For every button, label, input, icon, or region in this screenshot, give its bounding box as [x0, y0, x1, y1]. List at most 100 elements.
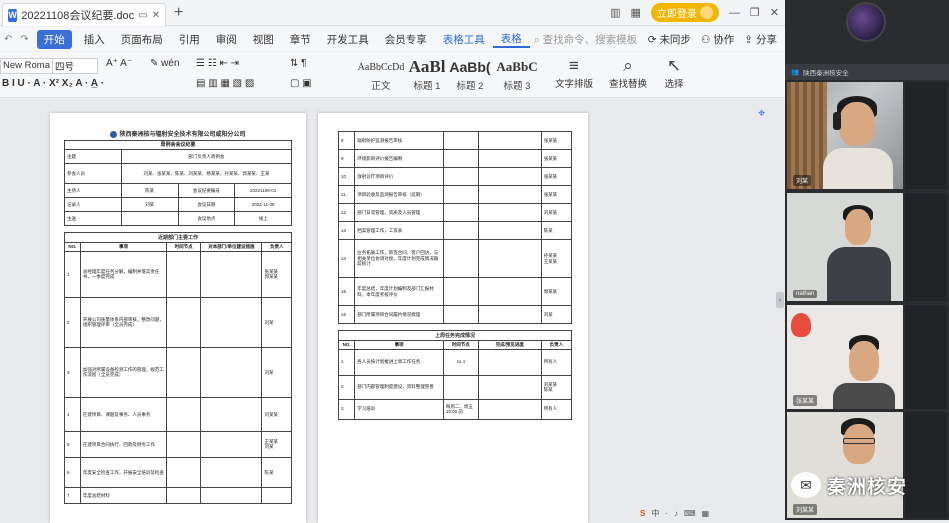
- sync-status[interactable]: ⟳ 未同步: [648, 32, 691, 47]
- layout-icon[interactable]: ▥: [610, 6, 620, 19]
- col-header: NO.: [337, 340, 356, 350]
- search-command[interactable]: ⌕ 查找命令、搜索模板: [534, 32, 637, 47]
- text-layout-button[interactable]: ≡ 文字排版: [548, 56, 600, 90]
- style-heading3-preview: AaBbC: [496, 59, 538, 74]
- face: [839, 102, 875, 146]
- row-item: 在建项目、课题及事务、人员事务: [79, 396, 168, 432]
- style-normal[interactable]: AaBbCcDd 正文: [356, 56, 406, 96]
- info-value: 20221108-01: [234, 183, 292, 199]
- company-name: 陕西秦洲核与辐射安全技术有限公司咸阳分公司: [119, 132, 246, 139]
- menu-chapter[interactable]: 章节: [282, 32, 319, 47]
- info-value: 线上: [234, 211, 292, 227]
- row-time: 每周二、周五 15:00 前: [442, 398, 479, 420]
- menu-reference[interactable]: 引用: [171, 32, 208, 47]
- task-table-1: NO. 事项 时间节点 对本部门/单位建设措施 负责人 1 总经理年度任务分解，编…: [64, 242, 292, 504]
- row-person: 张某某: [540, 149, 573, 168]
- row-person: 刘某: [261, 346, 292, 398]
- font-size-select[interactable]: 四号: [52, 58, 98, 74]
- row-person: 刘某某: [261, 396, 292, 432]
- login-button[interactable]: 立即登录: [650, 3, 719, 22]
- menu-table-tools[interactable]: 表格工具: [435, 32, 493, 47]
- font-grow-icon[interactable]: A⁺ A⁻: [106, 58, 132, 69]
- col-header: 负责人: [540, 340, 573, 350]
- redo-icon[interactable]: ↷: [16, 34, 32, 45]
- row-measure: [477, 167, 542, 186]
- host-avatar[interactable]: [846, 2, 886, 42]
- row-item: 部门日常管理，资质及人员管理: [354, 203, 444, 222]
- document-workspace[interactable]: 陕西秦洲核与辐射安全技术有限公司咸阳分公司 周例会会议纪要 主题 部门负责人周例会…: [0, 99, 785, 523]
- style-heading2[interactable]: AaBb( 标题 2: [447, 56, 493, 96]
- collab-button[interactable]: ⚇ 协作: [701, 32, 734, 47]
- menu-insert[interactable]: 插入: [76, 32, 113, 47]
- minimize-icon[interactable]: —: [729, 7, 740, 19]
- menu-table[interactable]: 表格: [492, 31, 530, 48]
- menu-member[interactable]: 会员专享: [377, 32, 435, 47]
- align-icons[interactable]: ▤ ▥ ▦ ▧ ▨: [196, 78, 254, 89]
- collapse-panel-arrow[interactable]: ›: [776, 292, 784, 308]
- row-time: [166, 346, 202, 398]
- tray-icon[interactable]: ♪: [674, 509, 678, 518]
- ime-icon[interactable]: S: [640, 509, 645, 518]
- table-row: 10 放射诊疗项目评价 张某某: [337, 167, 573, 186]
- row-time: [442, 305, 479, 324]
- tray-icon[interactable]: ⌨: [684, 509, 696, 518]
- share-label: 分享: [756, 33, 777, 46]
- info-label: 主题: [64, 149, 122, 165]
- sync-label: 未同步: [659, 33, 691, 46]
- row-person: 所有人: [540, 348, 573, 376]
- row-time: [442, 203, 479, 222]
- row-person: 孙某某 王某某: [540, 239, 573, 278]
- undo-icon[interactable]: ↶: [0, 34, 16, 45]
- row-measure: [477, 277, 542, 306]
- document-tab[interactable]: W 20221108会议纪要.doc ▭ ✕: [2, 3, 166, 26]
- menu-view[interactable]: 视图: [245, 32, 282, 47]
- table-row: 9 环境影响评价报告编制 张某某: [337, 149, 573, 168]
- table-row: 1 总经理年度任务分解，编制并落实责任书，一季度完成 张某某 郭某某: [64, 250, 292, 298]
- row-no: 4: [64, 396, 81, 432]
- menu-review[interactable]: 审阅: [208, 32, 245, 47]
- share-button[interactable]: ⇪ 分享: [744, 32, 777, 47]
- select-button[interactable]: ↖ 选择: [648, 56, 700, 90]
- list-icons[interactable]: ☰ ☷ ⇤ ⇥: [196, 58, 239, 69]
- style-heading1[interactable]: AaBl 标题 1: [405, 56, 449, 96]
- bold-icon[interactable]: B I U · A · X² X₂ A · A̲ ·: [2, 78, 104, 89]
- company-logo-icon: [110, 131, 118, 138]
- menu-start[interactable]: 开始: [36, 29, 72, 49]
- menu-page-layout[interactable]: 页面布局: [113, 32, 171, 47]
- tray-icon[interactable]: 中: [651, 508, 659, 519]
- close-tab-icon[interactable]: ✕: [152, 10, 160, 21]
- row-item: 总经理年度任务分解，编制并落实责任书，一季度完成: [79, 250, 168, 298]
- clear-format-icon[interactable]: ✎ wén: [150, 58, 180, 69]
- people-icon: 👥: [791, 69, 800, 76]
- tray-icon[interactable]: ·: [665, 509, 668, 518]
- table-row: 12 部门日常管理，资质及人员管理 刘某某: [337, 203, 573, 222]
- grid-icon[interactable]: ▦: [631, 6, 641, 19]
- screen-icon[interactable]: ▭: [138, 10, 147, 21]
- row-item: 学习培训: [354, 398, 444, 420]
- row-no: 15: [337, 277, 356, 306]
- select-label: 选择: [664, 79, 684, 90]
- menu-developer[interactable]: 开发工具: [319, 32, 377, 47]
- participant-video-2[interactable]: nathan: [787, 193, 903, 301]
- participant-video-3[interactable]: 张某某: [787, 305, 903, 409]
- row-time: [442, 131, 479, 150]
- tray-icon[interactable]: ▦: [702, 509, 710, 518]
- row-person: 张某某: [540, 167, 573, 186]
- sort-icons[interactable]: ⇅ ¶: [290, 58, 307, 69]
- row-measure: [477, 131, 542, 150]
- new-tab-icon[interactable]: +: [174, 4, 183, 22]
- location-pin-icon[interactable]: ⌖: [758, 105, 765, 121]
- style-heading3[interactable]: AaBbC 标题 3: [493, 56, 541, 96]
- col-header: 时间节点: [442, 340, 479, 350]
- restore-icon[interactable]: ❐: [750, 6, 760, 19]
- row-measure: [200, 486, 263, 504]
- find-replace-button[interactable]: ⌕ 查找替换: [602, 56, 654, 90]
- table-row: 4 在建项目、课题及事务、人员事务 刘某某: [64, 396, 292, 432]
- row-item: 业务拓展工作，新签合同，客户回访，与相关单位协调对接，年度计划完成情况跟踪统计: [354, 239, 444, 278]
- close-icon[interactable]: ✕: [770, 6, 779, 19]
- row-person: 郭某某: [540, 277, 573, 306]
- border-icons[interactable]: ▢ ▣: [290, 78, 312, 89]
- participant-video-1[interactable]: 刘某: [787, 82, 903, 189]
- bookshelf: [787, 82, 827, 189]
- info-label: 参会人员: [64, 163, 122, 185]
